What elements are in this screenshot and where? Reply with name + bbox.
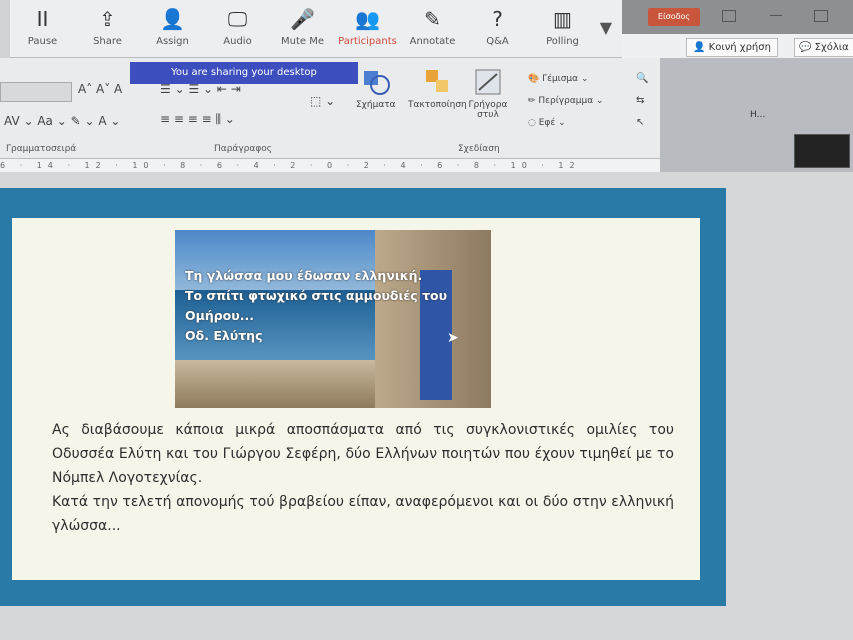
font-grow-shrink[interactable]: A˄ A˅ A [78,82,122,96]
text-direction-buttons[interactable]: ⬚ ⌄ [310,94,335,108]
paragraph-intro: Ας διαβάσουμε κάποια μικρά αποσπάσματα α… [52,422,674,486]
screen-share-toolbar: II Pause ⇪ Share 👤 Assign 🖵 Audio 🎤 Mute… [10,0,622,58]
replace-icon: ⇆ [636,95,645,106]
editing-group[interactable]: 🔍 ⇆ ↖ [636,68,648,134]
qa-icon: ? [492,7,503,31]
maximize-icon[interactable] [814,10,828,22]
arrange-button[interactable]: Τακτοποίηση [408,68,467,110]
find-icon: 🔍 [636,73,649,84]
shape-options[interactable]: 🎨 Γέμισμα ⌄ ✏ Περίγραμμα ⌄ ◌ Εφέ ⌄ [528,68,604,134]
ribbon-display-icon[interactable] [722,10,736,22]
quick-styles-button[interactable]: Γρήγορα στυλ [468,68,508,120]
polling-icon: ▥ [553,7,572,31]
sharing-desktop-banner: You are sharing your desktop [130,62,358,84]
participants-button[interactable]: 👥 Participants [335,6,400,47]
annotate-button[interactable]: ✎ Annotate [400,6,465,47]
assign-button[interactable]: 👤 Assign [140,6,205,47]
font-size-box[interactable] [0,82,72,102]
share-button[interactable]: ⇪ Share [75,6,140,47]
comments-chip[interactable]: 💬 Σχόλια [794,38,853,57]
paragraph-ceremony: Κατά την τελετή απονομής τού βραβείου εί… [52,494,674,534]
fill-icon: 🎨 [528,74,543,84]
group-label-paragraph: Παράγραφος [214,144,273,154]
self-view-thumbnail[interactable] [794,134,850,168]
polling-button[interactable]: ▥ Polling [530,6,595,47]
pause-icon: II [36,7,49,31]
pause-button[interactable]: II Pause [10,6,75,47]
share-icon: ⇪ [99,7,116,31]
minimize-icon[interactable] [770,10,782,16]
group-label-font: Γραμματοσειρά [6,144,77,154]
select-icon: ↖ [636,117,645,128]
effects-icon: ◌ [528,118,539,128]
poem-quote: Τη γλώσσα μου έδωσαν ελληνική. Το σπίτι … [185,268,448,343]
video-panel[interactable]: H... [660,58,853,172]
list-buttons[interactable]: ☰ ⌄ ☰ ⌄ ⇤ ⇥ [160,82,241,96]
shapes-button[interactable]: Σχήματα [356,68,396,110]
share-chip[interactable]: 👤 Κοινή χρήση [686,38,778,57]
pencil-icon: ✎ [424,7,441,31]
sign-in-button[interactable]: Είσοδος [648,8,700,26]
group-label-drawing: Σχεδίαση [458,144,500,154]
participants-icon: 👥 [355,7,380,31]
audio-button[interactable]: 🖵 Audio [205,6,270,47]
mic-icon: 🎤 [290,7,315,31]
font-format-row[interactable]: AV ⌄ Aa ⌄ ✎ ⌄ A ⌄ [4,114,120,128]
qa-button[interactable]: ? Q&A [465,6,530,47]
comment-icon: 💬 [799,42,815,53]
horizontal-ruler[interactable]: 6 · 14 · 12 · 10 · 8 · 6 · 4 · 2 · 0 · 2… [0,158,660,173]
assign-icon: 👤 [160,7,185,31]
mouse-cursor-icon: ➤ [447,330,459,346]
arrange-icon [426,70,449,92]
participant-name: H... [750,110,766,120]
outline-icon: ✏ [528,96,539,106]
share-user-icon: 👤 [693,42,709,53]
audio-icon: 🖵 [227,7,248,31]
alignment-buttons[interactable]: ≡ ≡ ≡ ≡ ⫼ ⌄ [160,112,235,127]
slide-body-text[interactable]: Ας διαβάσουμε κάποια μικρά αποσπάσματα α… [52,418,674,538]
quick-styles-icon [475,69,501,95]
shapes-icon [363,71,390,95]
chevron-down-icon[interactable]: ▼ [600,6,612,37]
photo-rocks [175,360,405,408]
mute-me-button[interactable]: 🎤 Mute Me [270,6,335,47]
